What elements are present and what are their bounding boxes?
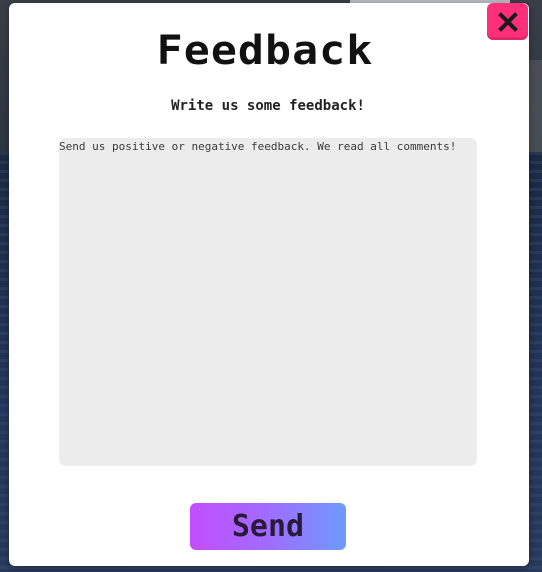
- send-button[interactable]: Send: [190, 503, 346, 550]
- modal-subtitle: Write us some feedback!: [171, 98, 365, 114]
- feedback-textarea[interactable]: [59, 138, 477, 466]
- modal-title: Feedback: [156, 28, 374, 74]
- feedback-modal: Feedback Write us some feedback! Send: [9, 3, 529, 566]
